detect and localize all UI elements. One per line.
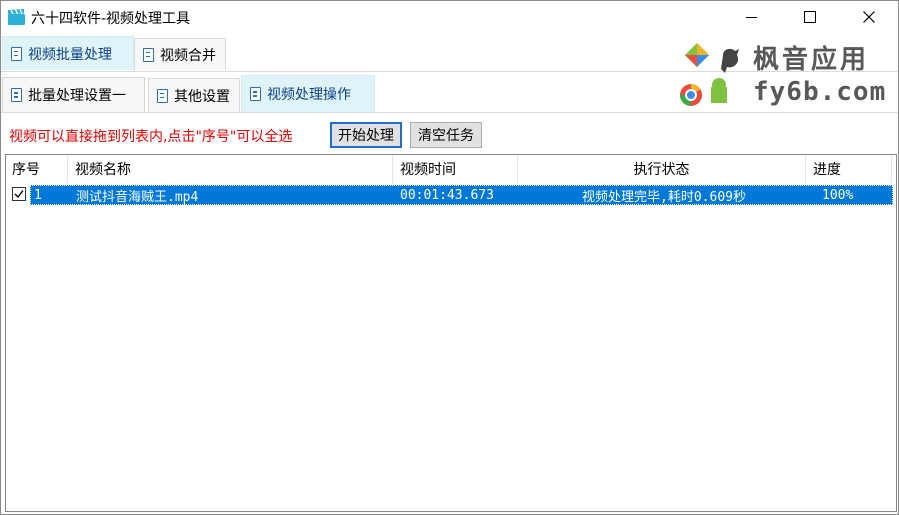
- column-header-name[interactable]: 视频名称: [68, 155, 393, 183]
- cell-name: 测试抖音海贼王.mp4: [76, 189, 199, 205]
- watermark-text-line2: fy6b.com: [753, 77, 887, 107]
- row-checkbox[interactable]: [12, 187, 26, 201]
- cell-status: 视频处理完毕,耗时0.609秒: [582, 189, 746, 205]
- column-header-status[interactable]: 执行状态: [518, 155, 806, 183]
- cell-duration: 00:01:43.673: [400, 187, 494, 203]
- tab-label: 批量处理设置一: [28, 88, 126, 104]
- tab-label: 其他设置: [174, 88, 230, 105]
- document-icon: [250, 87, 261, 101]
- tab-video-batch[interactable]: 视频批量处理: [2, 36, 134, 70]
- tab-label: 视频处理操作: [267, 87, 351, 103]
- task-list-table[interactable]: 序号 视频名称 视频时间 执行状态 进度 1 测试抖音海贼王.mp4 00:01…: [5, 154, 897, 512]
- title-bar[interactable]: 六十四软件-视频处理工具: [1, 1, 898, 33]
- tab-batch-settings-1[interactable]: 批量处理设置一: [2, 77, 145, 112]
- cell-progress: 100%: [822, 187, 854, 203]
- column-header-duration[interactable]: 视频时间: [393, 155, 518, 183]
- minimize-button[interactable]: [728, 1, 774, 33]
- column-header-index[interactable]: 序号: [6, 155, 68, 183]
- cell-index: 1: [34, 187, 42, 203]
- start-process-button[interactable]: 开始处理: [330, 122, 402, 148]
- drag-hint-text: 视频可以直接拖到列表内,点击"序号"可以全选: [9, 129, 293, 145]
- document-icon: [11, 88, 22, 102]
- tab-video-merge[interactable]: 视频合并: [134, 38, 226, 70]
- close-icon: [863, 11, 875, 23]
- table-row[interactable]: 1 测试抖音海贼王.mp4 00:01:43.673 视频处理完毕,耗时0.60…: [8, 185, 893, 205]
- tab-label: 视频合并: [160, 47, 216, 64]
- tab-video-operations[interactable]: 视频处理操作: [241, 75, 375, 112]
- tab-divider: [1, 112, 898, 113]
- maximize-button[interactable]: [787, 1, 833, 33]
- document-icon: [157, 88, 168, 103]
- clear-tasks-button[interactable]: 清空任务: [410, 122, 482, 148]
- app-window: 六十四软件-视频处理工具 视频批量处理 视频合并 枫音应用 fy6b.com 批…: [0, 0, 899, 515]
- table-header: 序号 视频名称 视频时间 执行状态 进度: [6, 155, 892, 183]
- document-icon: [11, 46, 22, 61]
- document-icon: [143, 47, 154, 62]
- tab-label: 视频批量处理: [28, 46, 112, 63]
- maximize-icon: [804, 11, 816, 23]
- watermark-text-line1: 枫音应用: [753, 45, 870, 75]
- watermark-logo: [680, 43, 739, 106]
- minimize-icon: [745, 16, 757, 18]
- column-header-progress[interactable]: 进度: [806, 155, 892, 183]
- tab-other-settings[interactable]: 其他设置: [148, 78, 240, 112]
- close-button[interactable]: [846, 1, 892, 33]
- checkmark-icon: [14, 190, 24, 199]
- clapperboard-icon: [8, 9, 25, 25]
- window-title: 六十四软件-视频处理工具: [31, 11, 191, 27]
